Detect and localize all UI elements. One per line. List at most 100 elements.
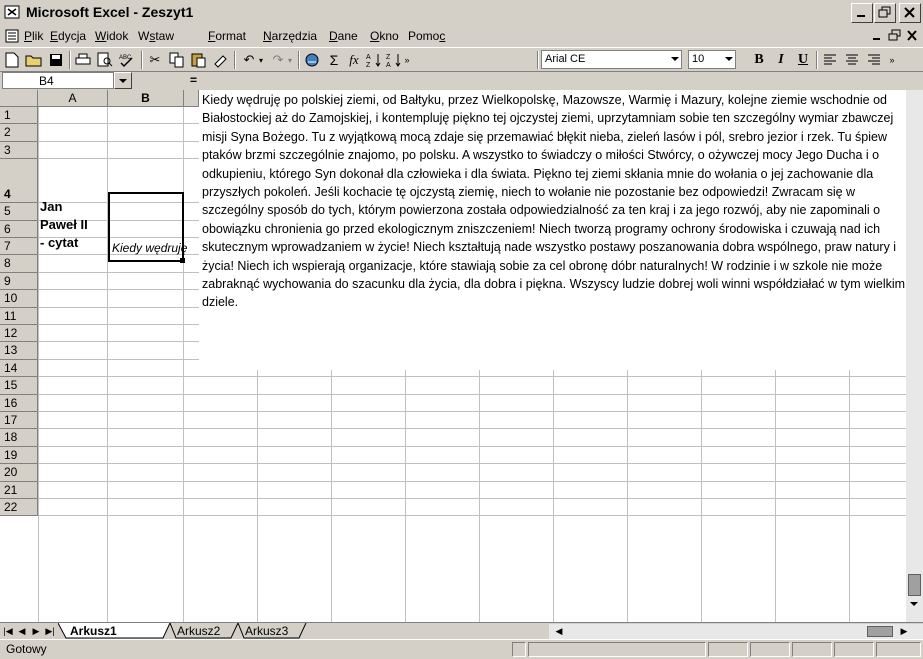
row-header[interactable]: 8 (0, 255, 38, 273)
next-sheet-icon[interactable]: ▶ (29, 624, 43, 638)
toolbar-overflow-icon[interactable]: » (886, 50, 898, 70)
row-header[interactable]: 19 (0, 446, 38, 465)
row-header[interactable]: 10 (0, 290, 38, 308)
formula-equals-sign[interactable]: = (190, 73, 197, 87)
column-header-c[interactable] (184, 90, 199, 107)
row-header[interactable]: 16 (0, 394, 38, 412)
align-right-icon[interactable] (864, 50, 884, 70)
redo-dropdown-icon[interactable]: ▾ (285, 50, 295, 70)
last-sheet-icon[interactable]: ▶| (43, 624, 57, 638)
row-header[interactable]: 4 (0, 159, 38, 204)
menu-data[interactable]: Dane (329, 29, 358, 43)
cell-b4[interactable]: Kiedy wędruję (112, 241, 192, 255)
restore-icon (878, 6, 891, 18)
status-panel (750, 642, 790, 657)
copy-icon[interactable] (167, 50, 187, 70)
row-header[interactable]: 5 (0, 203, 38, 221)
row-header[interactable]: 3 (0, 141, 38, 160)
close-button[interactable] (899, 3, 921, 23)
paste-icon[interactable] (189, 50, 209, 70)
menu-insert[interactable]: Wstaw (138, 29, 174, 43)
sheet-tab-arkusz3[interactable]: Arkusz3 (245, 623, 288, 639)
doc-restore-icon[interactable] (887, 28, 903, 44)
row-header[interactable]: 17 (0, 412, 38, 430)
underline-button[interactable]: U (793, 50, 813, 70)
column-header-a[interactable]: A (38, 90, 108, 107)
row-header[interactable]: 20 (0, 464, 38, 482)
document-icon[interactable] (5, 29, 19, 43)
fill-handle[interactable] (180, 258, 185, 263)
row-header[interactable]: 22 (0, 499, 38, 517)
menu-view[interactable]: Widok (95, 29, 128, 43)
horizontal-scroll-thumb[interactable] (867, 626, 893, 637)
row-header[interactable]: 7 (0, 238, 38, 256)
italic-button[interactable]: I (771, 50, 791, 70)
restore-button[interactable] (874, 3, 896, 23)
menu-bar: Plik Edycja Widok Wstaw Format Narzędzia… (0, 26, 923, 47)
row-header[interactable]: 14 (0, 359, 38, 378)
vertical-scrollbar[interactable] (906, 90, 923, 622)
row-header[interactable]: 1 (0, 107, 38, 125)
select-all-corner[interactable] (0, 90, 38, 107)
font-size-select[interactable]: 10 (688, 50, 736, 69)
chevron-down-icon (671, 57, 679, 61)
previous-sheet-icon[interactable]: ◀ (15, 624, 29, 638)
vertical-scroll-thumb[interactable] (908, 574, 921, 596)
row-header[interactable]: 13 (0, 342, 38, 360)
save-icon[interactable] (46, 50, 66, 70)
open-folder-icon[interactable] (24, 50, 44, 70)
row-header[interactable]: 6 (0, 220, 38, 238)
menu-format[interactable]: Format (208, 29, 246, 43)
sheet-tab-arkusz2[interactable]: Arkusz2 (177, 623, 220, 639)
scroll-left-arrow-icon[interactable]: ◀ (552, 626, 566, 637)
hyperlink-icon[interactable] (302, 50, 322, 70)
svg-text:A: A (366, 54, 371, 61)
minimize-button[interactable] (851, 3, 873, 23)
sort-ascending-icon[interactable]: AZ (364, 50, 384, 70)
bold-button[interactable]: B (749, 50, 769, 70)
row-header[interactable]: 9 (0, 272, 38, 291)
sheet-tab-arkusz1[interactable]: Arkusz1 (70, 623, 117, 639)
name-box[interactable]: B4 (2, 72, 114, 89)
autosum-icon[interactable]: Σ (324, 50, 344, 70)
formula-bar: B4 = (0, 72, 923, 90)
align-left-icon[interactable] (820, 50, 840, 70)
menu-help[interactable]: Pomoc (408, 29, 445, 43)
horizontal-scrollbar[interactable]: ◀ ▶ (549, 624, 923, 639)
align-center-icon[interactable] (842, 50, 862, 70)
doc-close-icon[interactable] (905, 28, 921, 44)
scroll-right-arrow-icon[interactable]: ▶ (897, 626, 911, 637)
minimize-icon (857, 15, 865, 17)
row-header[interactable]: 15 (0, 377, 38, 395)
print-preview-icon[interactable] (95, 50, 115, 70)
doc-minimize-icon[interactable] (870, 28, 886, 44)
format-painter-icon[interactable] (211, 50, 231, 70)
column-header-b[interactable]: B (108, 90, 184, 107)
font-name-select[interactable]: Arial CE (541, 50, 682, 69)
excel-app-icon[interactable] (4, 4, 20, 20)
spelling-icon[interactable]: ABC (117, 50, 137, 70)
name-box-dropdown[interactable] (114, 72, 132, 89)
undo-dropdown-icon[interactable]: ▾ (256, 50, 266, 70)
toolbar-options-icon[interactable]: » (401, 50, 413, 70)
worksheet-grid[interactable]: A B 1 2 3 4 5 6 7 8 9 10 11 12 13 14 15 16 17 18 19 20 21 22 … (0, 90, 923, 622)
row-header[interactable]: 11 (0, 307, 38, 325)
function-icon[interactable]: fx (344, 50, 364, 70)
menu-file[interactable]: Plik (24, 29, 43, 43)
row-header[interactable]: 21 (0, 481, 38, 499)
menu-window[interactable]: Okno (370, 29, 399, 43)
print-icon[interactable] (73, 50, 93, 70)
cut-icon[interactable]: ✂ (145, 50, 165, 70)
first-sheet-icon[interactable]: |◀ (1, 624, 15, 638)
status-panel (876, 642, 921, 657)
row-header[interactable]: 2 (0, 124, 38, 142)
row-header[interactable]: 12 (0, 325, 38, 343)
row-header[interactable]: 18 (0, 429, 38, 447)
menu-tools[interactable]: Narzędzia (263, 29, 317, 43)
new-document-icon[interactable] (2, 50, 22, 70)
cell-a4[interactable]: Jan Paweł II - cytat (40, 198, 88, 252)
scroll-down-arrow-icon[interactable] (910, 602, 918, 606)
name-box-value: B4 (39, 74, 54, 88)
menu-edit[interactable]: Edycja (50, 29, 86, 43)
chevron-down-icon (725, 57, 733, 61)
